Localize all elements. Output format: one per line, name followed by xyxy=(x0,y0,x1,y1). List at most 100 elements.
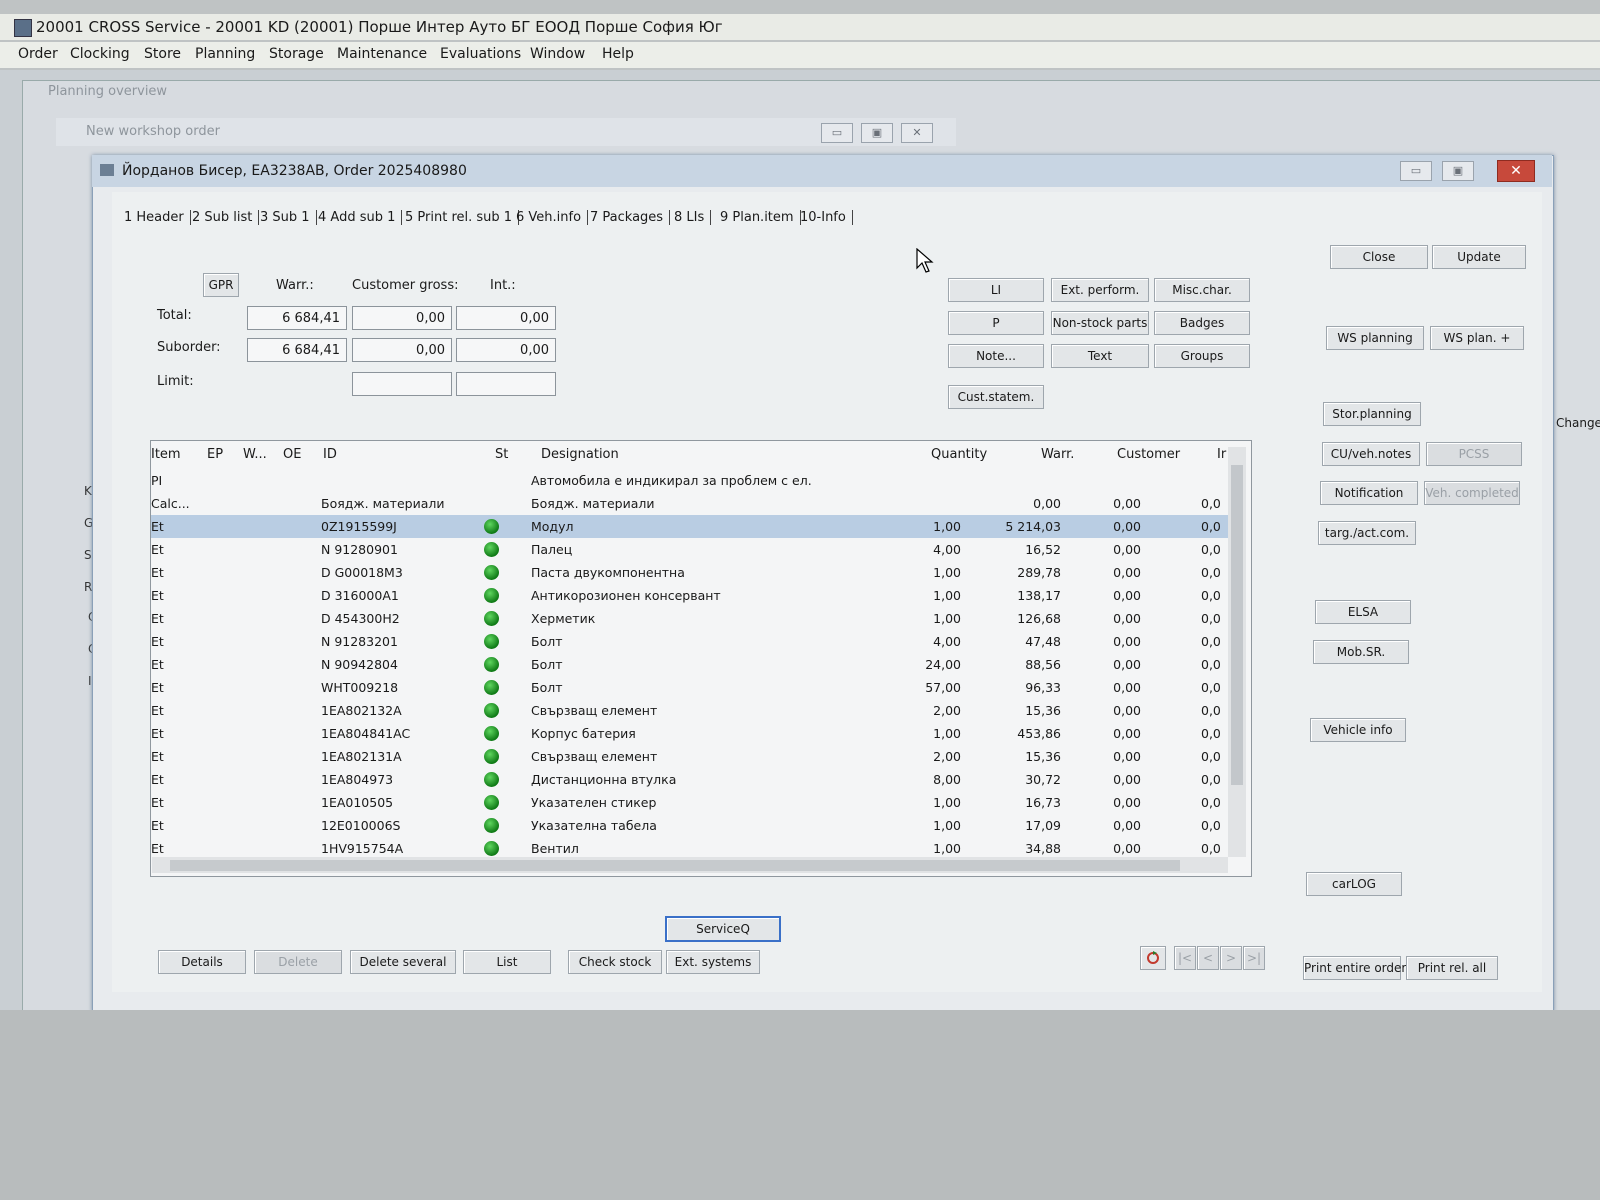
first-page-button[interactable]: |< xyxy=(1174,946,1196,970)
menu-evaluations[interactable]: Evaluations xyxy=(440,46,521,62)
ext-perform-button[interactable]: Ext. perform. xyxy=(1051,278,1149,302)
maximize-icon[interactable]: ▣ xyxy=(1442,161,1474,181)
col-oe-header[interactable]: OE xyxy=(283,447,301,462)
tab-add-sub-1[interactable]: 4 Add sub 1 xyxy=(318,210,403,225)
table-row[interactable]: Et 1EA802131A Свързващ елемент 2,00 15,36 0,0… xyxy=(151,745,1231,768)
li-button[interactable]: LI xyxy=(948,278,1044,302)
serviceq-button[interactable]: ServiceQ xyxy=(665,916,781,942)
table-row[interactable]: Et N 90942804 Болт 24,00 88,56 0,00 0,0 xyxy=(151,653,1231,676)
menu-maintenance[interactable]: Maintenance xyxy=(337,46,427,62)
mob-sr-button[interactable]: Mob.SR. xyxy=(1313,640,1409,664)
p-button[interactable]: P xyxy=(948,311,1044,335)
limit-int-field[interactable] xyxy=(456,372,556,396)
scroll-thumb[interactable] xyxy=(1231,465,1243,785)
tab-header[interactable]: 1 Header xyxy=(124,210,191,225)
col-id-header[interactable]: ID xyxy=(323,447,337,462)
col-st-header[interactable]: St xyxy=(495,447,508,462)
prev-page-button[interactable]: < xyxy=(1197,946,1219,970)
non-stock-parts-button[interactable]: Non-stock parts xyxy=(1051,311,1149,335)
badges-button[interactable]: Badges xyxy=(1154,311,1250,335)
menu-window[interactable]: Window xyxy=(530,46,585,62)
ws-planning-button[interactable]: WS planning xyxy=(1326,326,1424,350)
delete-several-button[interactable]: Delete several xyxy=(350,950,456,974)
menu-clocking[interactable]: Clocking xyxy=(70,46,130,62)
col-designation-header[interactable]: Designation xyxy=(541,447,619,462)
table-row[interactable]: Et D 454300H2 Херметик 1,00 126,68 0,00 0,0 xyxy=(151,607,1231,630)
col-ep-header[interactable]: EP xyxy=(207,447,223,462)
groups-button[interactable]: Groups xyxy=(1154,344,1250,368)
refresh-icon[interactable] xyxy=(1140,946,1166,970)
misc-char-button[interactable]: Misc.char. xyxy=(1154,278,1250,302)
table-row[interactable]: Calc... Боядж. материали Боядж. материали 0… xyxy=(151,492,1231,515)
gpr-button[interactable]: GPR xyxy=(203,273,239,297)
menu-planning[interactable]: Planning xyxy=(195,46,255,62)
pcss-button[interactable]: PCSS xyxy=(1426,442,1522,466)
carlog-button[interactable]: carLOG xyxy=(1306,872,1402,896)
next-page-button[interactable]: > xyxy=(1220,946,1242,970)
ext-systems-button[interactable]: Ext. systems xyxy=(666,950,760,974)
col-quantity-header[interactable]: Quantity xyxy=(931,447,987,462)
menu-storage[interactable]: Storage xyxy=(269,46,324,62)
cu-veh-notes-button[interactable]: CU/veh.notes xyxy=(1322,442,1420,466)
close-button[interactable]: Close xyxy=(1330,245,1428,269)
table-row[interactable]: Et WHT009218 Болт 57,00 96,33 0,00 0,0 xyxy=(151,676,1231,699)
tab-print-rel-sub-1[interactable]: 5 Print rel. sub 1 xyxy=(405,210,520,225)
table-row[interactable]: Et 1EA010505 Указателен стикер 1,00 16,73 0,0… xyxy=(151,791,1231,814)
close-icon[interactable]: ✕ xyxy=(901,123,933,143)
order-items-table[interactable]: Item EP W... OE ID St Designation Quanti… xyxy=(150,440,1252,877)
tab-packages[interactable]: 7 Packages xyxy=(590,210,671,225)
col-w-header[interactable]: W... xyxy=(243,447,267,462)
maximize-icon[interactable]: ▣ xyxy=(861,123,893,143)
col-customer-header[interactable]: Customer xyxy=(1117,447,1180,462)
menu-store[interactable]: Store xyxy=(144,46,181,62)
update-button[interactable]: Update xyxy=(1432,245,1526,269)
tab-sub-1[interactable]: 3 Sub 1 xyxy=(260,210,317,225)
cust-statem-button[interactable]: Cust.statem. xyxy=(948,385,1044,409)
last-page-button[interactable]: >| xyxy=(1243,946,1265,970)
tab-info[interactable]: 10-Info xyxy=(800,210,853,225)
table-row[interactable]: Et D 316000A1 Антикорозионен консервант 1,0… xyxy=(151,584,1231,607)
ws-plan-plus-button[interactable]: WS plan. + xyxy=(1430,326,1524,350)
notification-button[interactable]: Notification xyxy=(1320,481,1418,505)
table-row[interactable]: PI Автомобила е индикирал за проблем с ел… xyxy=(151,469,1231,492)
tab-lis[interactable]: 8 LIs xyxy=(674,210,712,225)
delete-button[interactable]: Delete xyxy=(254,950,342,974)
close-icon[interactable]: ✕ xyxy=(1497,160,1535,182)
cell-customer: 0,00 xyxy=(1113,749,1141,764)
note-button[interactable]: Note... xyxy=(948,344,1044,368)
table-row[interactable]: Et 12E010006S Указателна табела 1,00 17,09 0,… xyxy=(151,814,1231,837)
minimize-icon[interactable]: ▭ xyxy=(821,123,853,143)
table-row[interactable]: Et 1EA802132A Свързващ елемент 2,00 15,36 0,0… xyxy=(151,699,1231,722)
table-row[interactable]: Et 1EA804973 Дистанционна втулка 8,00 30,72 0… xyxy=(151,768,1231,791)
tab-veh-info[interactable]: 6 Veh.info xyxy=(516,210,589,225)
vertical-scrollbar[interactable] xyxy=(1228,447,1246,857)
horizontal-scrollbar[interactable] xyxy=(152,857,1228,873)
check-stock-button[interactable]: Check stock xyxy=(568,950,662,974)
tab-sub-list[interactable]: 2 Sub list xyxy=(192,210,260,225)
menu-order[interactable]: Order xyxy=(18,46,58,62)
table-row[interactable]: Et N 91283201 Болт 4,00 47,48 0,00 0,0 xyxy=(151,630,1231,653)
print-entire-order-button[interactable]: Print entire order xyxy=(1303,956,1406,980)
menu-help[interactable]: Help xyxy=(602,46,634,62)
table-row[interactable]: Et 0Z1915599J Модул 1,00 5 214,03 0,00 0,0 xyxy=(151,515,1231,538)
table-row[interactable]: Et N 91280901 Палец 4,00 16,52 0,00 0,0 xyxy=(151,538,1231,561)
col-warr-header[interactable]: Warr. xyxy=(1041,447,1074,462)
text-button[interactable]: Text xyxy=(1051,344,1149,368)
table-row[interactable]: Et 1EA804841AC Корпус батерия 1,00 453,86 0,0… xyxy=(151,722,1231,745)
table-row[interactable]: Et D G00018M3 Паста двукомпонентна 1,00 289,… xyxy=(151,561,1231,584)
cell-designation: Модул xyxy=(531,519,574,534)
scroll-thumb[interactable] xyxy=(170,860,1180,871)
details-button[interactable]: Details xyxy=(158,950,246,974)
stor-planning-button[interactable]: Stor.planning xyxy=(1323,402,1421,426)
col-item-header[interactable]: Item xyxy=(151,447,181,462)
elsa-button[interactable]: ELSA xyxy=(1315,600,1411,624)
minimize-icon[interactable]: ▭ xyxy=(1400,161,1432,181)
limit-customer-field[interactable] xyxy=(352,372,452,396)
list-button[interactable]: List xyxy=(463,950,551,974)
vehicle-info-button[interactable]: Vehicle info xyxy=(1310,718,1406,742)
targ-act-com-button[interactable]: targ./act.com. xyxy=(1318,521,1416,545)
veh-completed-button[interactable]: Veh. completed xyxy=(1424,481,1520,505)
col-int-header[interactable]: Ir xyxy=(1217,447,1226,462)
tab-plan-item[interactable]: 9 Plan.item xyxy=(720,210,801,225)
print-rel-all-button[interactable]: Print rel. all xyxy=(1406,956,1498,980)
